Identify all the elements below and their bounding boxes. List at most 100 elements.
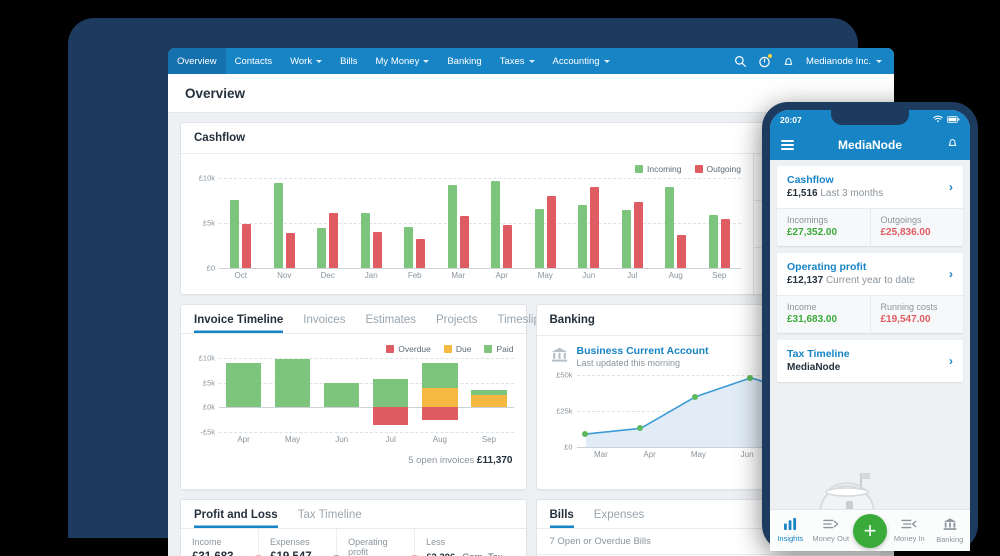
bell-icon[interactable] (946, 136, 959, 154)
pl-value: £31,683 (192, 551, 247, 556)
nav-item-bills[interactable]: Bills (331, 48, 366, 74)
tab-invoices[interactable]: Invoices (303, 305, 345, 333)
tab-banking[interactable]: Banking (930, 517, 971, 544)
x-tick-label: Mar (593, 450, 608, 459)
invoice-tabs: Invoice Timeline Invoices Estimates Proj… (181, 305, 546, 334)
phone-card-tax-timeline-header[interactable]: Tax Timeline MediaNode › (777, 340, 963, 382)
pl-label: Operating profit (348, 537, 388, 556)
cashflow-plot: £0 £5k £10k (199, 174, 741, 273)
bar (720, 219, 730, 268)
nav-item-contacts[interactable]: Contacts (226, 48, 282, 74)
tab-tax-timeline[interactable]: Tax Timeline (298, 500, 362, 528)
bar-column (268, 358, 317, 432)
phone-card-subtitle: £12,137 Current year to date (787, 275, 949, 286)
x-tick-label: Mar (451, 271, 466, 280)
money-out-icon (822, 518, 839, 532)
phone-card-operating-profit-header[interactable]: Operating profit £12,137 Current year to… (777, 253, 963, 295)
x-tick-label: Apr (495, 271, 508, 280)
legend-swatch (386, 345, 395, 353)
phone-notch (831, 110, 909, 125)
bar (534, 208, 544, 268)
bar-column (219, 358, 268, 432)
tab-estimates[interactable]: Estimates (365, 305, 416, 333)
invoice-legend: Overdue Due Paid (193, 344, 514, 354)
bar-chart-icon (783, 518, 798, 532)
bar (578, 205, 588, 268)
nav-item-work[interactable]: Work (281, 48, 331, 74)
tab-invoice-timeline[interactable]: Invoice Timeline (194, 305, 283, 333)
hamburger-icon[interactable] (781, 139, 794, 151)
nav-item-overview[interactable]: Overview (168, 48, 226, 74)
tab-bills[interactable]: Bills (550, 500, 574, 528)
bar-group (524, 178, 568, 268)
nav-item-accounting[interactable]: Accounting (544, 48, 619, 74)
pl-column-less: − Less £2,306 £0.00 £0.00 Corp (408, 529, 525, 556)
notification-badge (767, 53, 773, 58)
bank-account-name[interactable]: Business Current Account (577, 345, 709, 357)
status-indicators (933, 115, 960, 125)
y-tick-label: £10k (198, 173, 215, 183)
invoice-footer: 5 open invoices £11,370 (181, 450, 526, 474)
bar-column (415, 358, 464, 432)
invoice-x-axis: Apr May Jun Jul Aug Sep (219, 435, 514, 444)
legend-item-incoming: Incoming (635, 164, 682, 174)
bell-icon[interactable] (782, 55, 795, 68)
bank-account-updated: Last updated this morning (576, 358, 681, 368)
legend-item-paid: Paid (484, 344, 514, 354)
invoice-chart: Overdue Due Paid -£5k £0k £5k £10k Apr M… (181, 334, 526, 450)
x-tick-label: Apr (643, 450, 656, 459)
nav-label: My Money (375, 55, 420, 67)
bar-group (437, 178, 481, 268)
less-names: Corp. Tax Dividends Adjustments (462, 551, 514, 556)
phone-card-cashflow-split: Incomings £27,352.00 Outgoings £25,836.0… (777, 208, 963, 246)
legend-label: Incoming (647, 164, 682, 174)
phone-card-period: Current year to date (825, 275, 915, 286)
x-tick-label: Aug (432, 435, 447, 444)
stat-value: £27,352.00 (787, 227, 838, 238)
bar (677, 234, 687, 268)
phone-card-cashflow-header[interactable]: Cashflow £1,516 Last 3 months › (777, 166, 963, 208)
chevron-down-icon (876, 60, 882, 63)
nav-item-taxes[interactable]: Taxes (491, 48, 544, 74)
nav-label: Work (290, 55, 313, 67)
bar (546, 196, 556, 268)
tab-money-in[interactable]: Money In (889, 518, 930, 543)
tab-expenses[interactable]: Expenses (594, 500, 645, 528)
less-amount: £2,306 (426, 551, 455, 556)
y-tick-label: £25k (556, 406, 573, 416)
nav-item-banking[interactable]: Banking (438, 48, 490, 74)
stat-value: £19,547.00 (880, 314, 931, 325)
nav-label: Taxes (499, 55, 525, 67)
x-tick-label: Sep (712, 271, 727, 280)
bar-group (393, 178, 437, 268)
tab-insights[interactable]: Insights (770, 518, 811, 543)
add-button[interactable]: + (853, 513, 887, 548)
search-icon[interactable] (734, 55, 747, 68)
tab-profit-and-loss[interactable]: Profit and Loss (194, 500, 278, 528)
x-tick-label: Jan (364, 271, 378, 280)
phone-card-value: MediaNode (787, 362, 841, 373)
phone-card-value: £1,516 (787, 188, 818, 199)
tab-projects[interactable]: Projects (436, 305, 478, 333)
profit-loss-tabs: Profit and Loss Tax Timeline (181, 500, 526, 529)
phone-card-title: Tax Timeline (787, 348, 850, 360)
status-time: 20:07 (780, 115, 802, 125)
timer-icon[interactable] (758, 53, 773, 68)
company-switcher[interactable]: Medianode Inc. (806, 56, 882, 67)
bar (242, 223, 252, 268)
tab-money-out[interactable]: Money Out (811, 518, 852, 543)
bar-segment-paid (373, 378, 409, 408)
invoice-plot: -£5k £0k £5k £10k (199, 354, 514, 437)
bills-count-label: 7 Open or Overdue Bills (549, 536, 651, 547)
bar-column (317, 358, 366, 432)
x-tick-label: Aug (668, 271, 683, 280)
phone-card-text: Operating profit £12,137 Current year to… (787, 261, 949, 286)
phone-card-text: Cashflow £1,516 Last 3 months (787, 174, 949, 199)
phone-card-title: Cashflow (787, 174, 834, 186)
nav-item-my-money[interactable]: My Money (367, 48, 439, 74)
phone-header: MediaNode (770, 130, 970, 160)
y-tick-label: £5k (202, 218, 215, 228)
bar (447, 185, 457, 268)
legend-item-overdue: Overdue (386, 344, 431, 354)
stacked-bar-series (219, 358, 514, 432)
